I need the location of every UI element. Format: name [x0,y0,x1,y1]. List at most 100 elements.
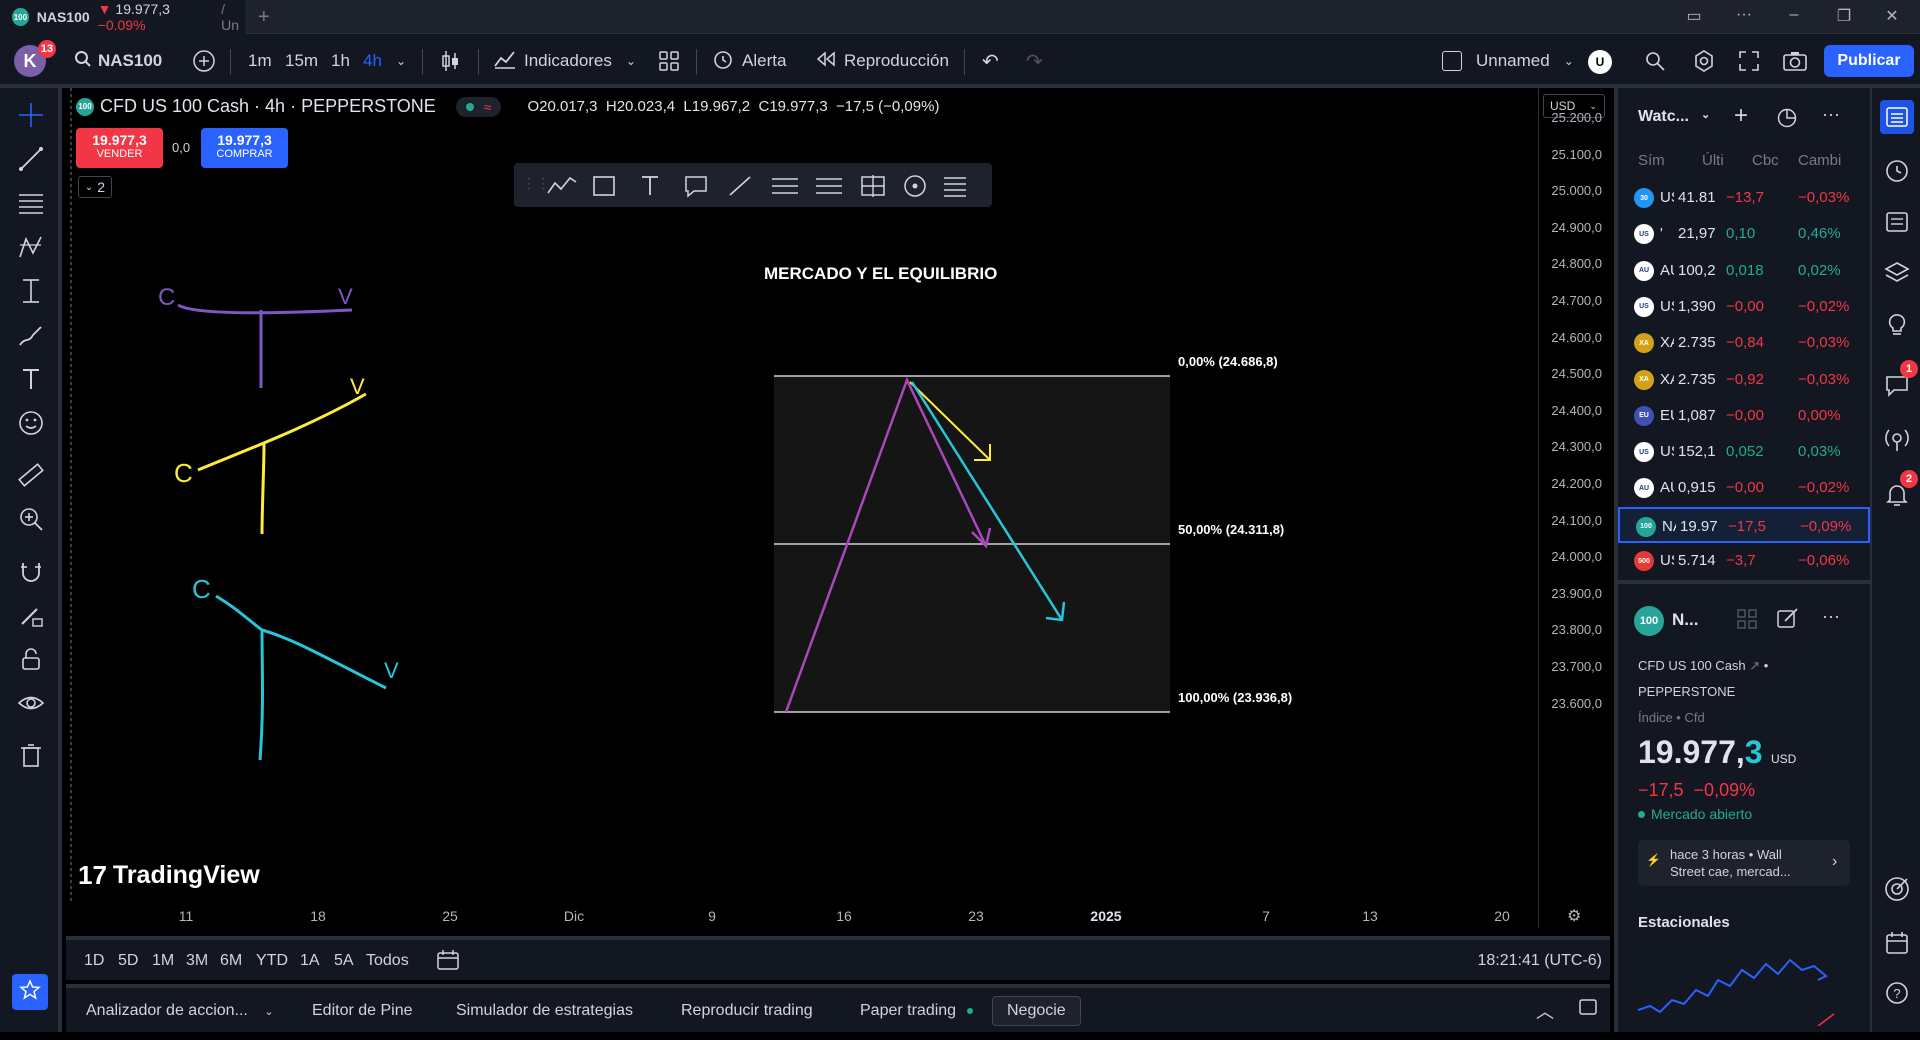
alert-button[interactable]: Alerta [712,34,786,88]
minimize-icon[interactable]: – [1774,6,1814,28]
watchlist-icon[interactable] [1880,100,1914,134]
watchlist-row[interactable]: AUAU0,915−0,00−0,02% [1618,470,1870,506]
browser-tab[interactable]: 100 NAS100 ▼ 19.977,3 −0.09% / Un [0,0,245,34]
zoom-icon[interactable] [14,502,48,536]
layout-button[interactable]: Unnamed ⌄ [1442,34,1574,88]
range-ytd[interactable]: YTD [256,952,288,970]
header-change[interactable]: Cbc [1752,152,1779,169]
magnet-icon[interactable] [14,554,48,588]
watchlist-row[interactable]: USUS152,10,0520,03% [1618,434,1870,470]
user-avatar[interactable]: U [1588,50,1612,74]
emoji-icon[interactable] [14,406,48,440]
close-icon[interactable]: ✕ [1872,6,1912,28]
ruler-icon[interactable] [14,458,48,492]
watchlist-row[interactable]: XAXA2.735−0,84−0,03% [1618,325,1870,361]
more-icon[interactable]: ··· [1724,6,1764,28]
templates-icon[interactable] [658,34,680,88]
details-short[interactable]: N... [1672,610,1698,630]
lock-icon[interactable] [14,642,48,676]
alerts-clock-icon[interactable] [1880,154,1914,188]
projection-icon[interactable] [14,274,48,308]
layers-icon[interactable] [1880,256,1914,290]
tab-strategy-tester[interactable]: Simulador de estrategias [456,1002,633,1020]
date-range-calendar-icon[interactable] [436,949,460,976]
layout-grid-icon[interactable] [1736,608,1758,635]
range-1a[interactable]: 1A [300,952,320,970]
range-1d[interactable]: 1D [84,952,104,970]
add-symbol-icon[interactable]: + [1734,102,1748,130]
fib-tools-icon[interactable] [14,186,48,220]
tab-trading-replay[interactable]: Reproducir trading [681,1002,813,1020]
ideas-lightbulb-icon[interactable] [1880,308,1914,342]
range-5d[interactable]: 5D [118,952,138,970]
signal-broadcast-icon[interactable] [1880,422,1914,456]
time-axis[interactable]: 11 18 25 Dic 9 16 23 2025 7 13 20 [66,902,1538,930]
range-1m[interactable]: 1M [152,952,174,970]
replay-button[interactable]: Reproducción [816,34,949,88]
watchlist-row[interactable]: US ' 21,97 0,10 0,46% [1618,216,1870,252]
indicators-button[interactable]: Indicadores ⌄ [494,34,636,88]
news-card[interactable]: ⚡ hace 3 horas • Wall Street cae, mercad… [1638,840,1850,886]
maximize-icon[interactable]: ❐ [1824,6,1864,28]
object-tree-icon[interactable] [1880,204,1914,238]
range-todos[interactable]: Todos [366,952,409,970]
range-5a[interactable]: 5A [334,952,354,970]
watchlist-row[interactable]: 30 US41.81 −13,7 −0,03% [1618,180,1870,216]
clock-readout[interactable]: 18:21:41 (UTC-6) [1478,952,1603,970]
interval-15m[interactable]: 15m [285,34,318,88]
tab-stock-screener[interactable]: Analizador de accion... ⌄ [86,1002,274,1020]
lock-drawing-pencil-icon[interactable] [14,598,48,632]
watchlist-row[interactable]: 100 NA19.97 −17,5 −0,09% [1618,506,1870,543]
trend-line-icon[interactable] [14,142,48,176]
collapse-up-icon[interactable]: ︿ [1536,998,1554,1024]
tradingview-watermark[interactable]: 17 TradingView [78,860,260,891]
settings-gear-icon[interactable] [1692,34,1716,88]
brush-icon[interactable] [14,318,48,352]
chart-area[interactable]: 100 CFD US 100 Cash · 4h · PEPPERSTONE ≈… [66,88,1538,928]
watchlist-row[interactable]: AUAU100,20,0180,02% [1618,253,1870,289]
text-tool-icon[interactable] [14,362,48,396]
undo-icon[interactable]: ↶ [982,34,999,88]
watchlist-row[interactable]: XAXA2.735−0,92−0,03% [1618,362,1870,398]
calendar-icon[interactable] [1880,926,1914,960]
details-name[interactable]: CFD US 100 Cash ↗ • [1638,658,1768,674]
help-icon[interactable]: ? [1880,976,1914,1010]
seasonals-title[interactable]: Estacionales [1638,914,1730,931]
header-last[interactable]: Últi [1702,152,1724,169]
header-symbol[interactable]: Sím [1638,152,1665,169]
tab-paper-trading[interactable]: Paper trading [860,1002,973,1020]
interval-1m[interactable]: 1m [248,34,272,88]
watchlist-row[interactable]: USUS1,390−0,00−0,02% [1618,289,1870,325]
watchlist-row[interactable]: 500 US5.714 −3,7 −0,06% [1618,543,1870,579]
eye-icon[interactable] [14,686,48,720]
header-change-pct[interactable]: Cambi [1798,152,1841,169]
quick-search-icon[interactable] [1644,34,1666,88]
publish-button[interactable]: Publicar [1824,45,1914,77]
patterns-icon[interactable] [14,230,48,264]
symbol-search-button[interactable]: NAS100 [74,34,162,88]
window-layout-icon[interactable]: ▭ [1674,6,1714,28]
range-6m[interactable]: 6M [220,952,242,970]
maximize-panel-icon[interactable] [1578,998,1598,1021]
candle-type-icon[interactable] [440,34,460,88]
range-3m[interactable]: 3M [186,952,208,970]
edit-icon[interactable] [1776,606,1800,635]
trash-icon[interactable] [14,738,48,772]
fullscreen-icon[interactable] [1738,34,1760,88]
favorites-star-button[interactable] [12,974,48,1010]
new-tab-icon[interactable]: + [258,6,270,29]
interval-1h[interactable]: 1h [331,34,350,88]
compare-icon[interactable] [192,34,216,88]
tab-pine-editor[interactable]: Editor de Pine [312,1002,413,1020]
details-more-icon[interactable]: ··· [1822,606,1840,627]
watchlist-title-button[interactable]: Watc... ⌄ [1638,108,1710,126]
price-axis[interactable]: USD ⌄ 25.200,0 25.100,0 25.000,0 24.900,0 24… [1538,88,1610,928]
interval-4h[interactable]: 4h [363,34,382,88]
watchlist-more-icon[interactable]: ··· [1822,104,1840,125]
camera-icon[interactable] [1782,34,1808,88]
target-icon[interactable] [1880,872,1914,906]
redo-icon[interactable]: ↷ [1026,34,1043,88]
axis-settings-gear-icon[interactable]: ⚙ [1567,906,1581,926]
watchlist-stats-icon[interactable] [1776,106,1798,133]
crosshair-icon[interactable] [14,98,48,132]
